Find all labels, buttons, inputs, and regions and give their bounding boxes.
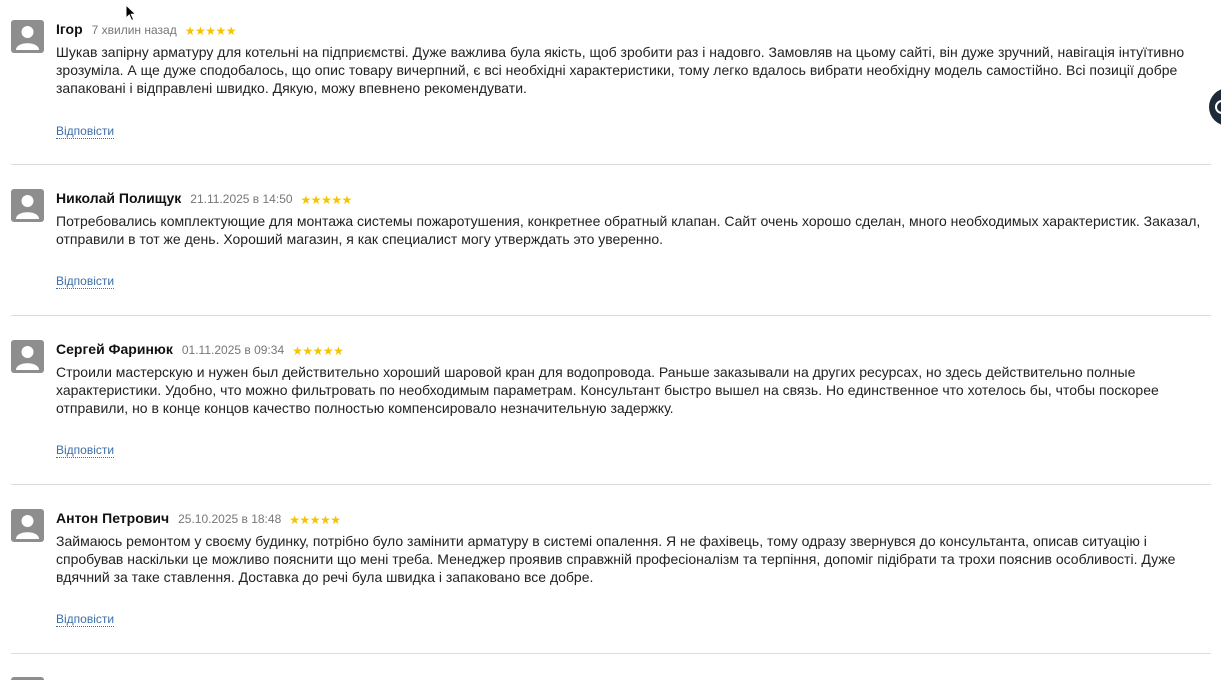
reply-link[interactable]: Відповісти	[56, 124, 115, 139]
review-date: 21.11.2025 в 14:50	[190, 192, 293, 206]
reply-link[interactable]: Відповісти	[56, 612, 115, 627]
reply-link[interactable]: Відповісти	[56, 274, 115, 289]
review-header: Сергей Фаринюк 01.11.2025 в 09:34 ★★★★★	[56, 341, 344, 358]
avatar	[11, 509, 44, 542]
reviews-list: Ігор 7 хвилин назад ★★★★★ Шукав запірну …	[0, 0, 1221, 680]
review-item: Сергей Фаринюк 01.11.2025 в 09:34 ★★★★★ …	[11, 340, 1211, 468]
review-item: Антон Петрович 25.10.2025 в 18:48 ★★★★★ …	[11, 509, 1211, 637]
mouse-cursor-icon	[125, 3, 137, 27]
rating-stars: ★★★★★	[184, 24, 237, 38]
reply-link[interactable]: Відповісти	[56, 443, 115, 458]
avatar	[11, 340, 44, 373]
review-date: 01.11.2025 в 09:34	[181, 343, 285, 357]
review-divider	[11, 484, 1211, 485]
review-text: Шукав запірну арматуру для котельні на п…	[56, 44, 1185, 96]
user-silhouette-icon	[16, 26, 39, 50]
review-divider	[11, 164, 1211, 165]
rating-stars: ★★★★★	[300, 193, 353, 207]
review-author: Ігор	[56, 21, 83, 37]
review-text: Строили мастерскую и нужен был действите…	[56, 364, 1159, 416]
review-text: Потребовались комплектующие для монтажа …	[56, 213, 1201, 247]
avatar	[11, 20, 44, 53]
review-divider	[11, 653, 1211, 654]
review-author: Николай Полищук	[56, 190, 182, 206]
review-item: Ігор 7 хвилин назад ★★★★★ Шукав запірну …	[11, 20, 1211, 145]
review-header: Антон Петрович 25.10.2025 в 18:48 ★★★★★	[56, 510, 341, 527]
review-header: Ігор 7 хвилин назад ★★★★★	[56, 21, 237, 38]
chat-icon	[1215, 100, 1221, 114]
rating-stars: ★★★★★	[292, 344, 344, 358]
review-item: Николай Полищук 21.11.2025 в 14:50 ★★★★★…	[11, 189, 1211, 299]
rating-stars: ★★★★★	[289, 513, 341, 527]
review-text: Займаюсь ремонтом у своєму будинку, потр…	[56, 533, 1176, 585]
review-divider	[11, 315, 1211, 316]
review-date: 25.10.2025 в 18:48	[178, 512, 282, 526]
user-silhouette-icon	[16, 346, 39, 370]
review-header: Николай Полищук 21.11.2025 в 14:50 ★★★★★	[56, 190, 353, 207]
review-author: Антон Петрович	[56, 510, 170, 526]
user-silhouette-icon	[16, 515, 39, 539]
avatar	[11, 189, 44, 222]
review-author: Сергей Фаринюк	[56, 341, 173, 357]
user-silhouette-icon	[16, 195, 39, 219]
